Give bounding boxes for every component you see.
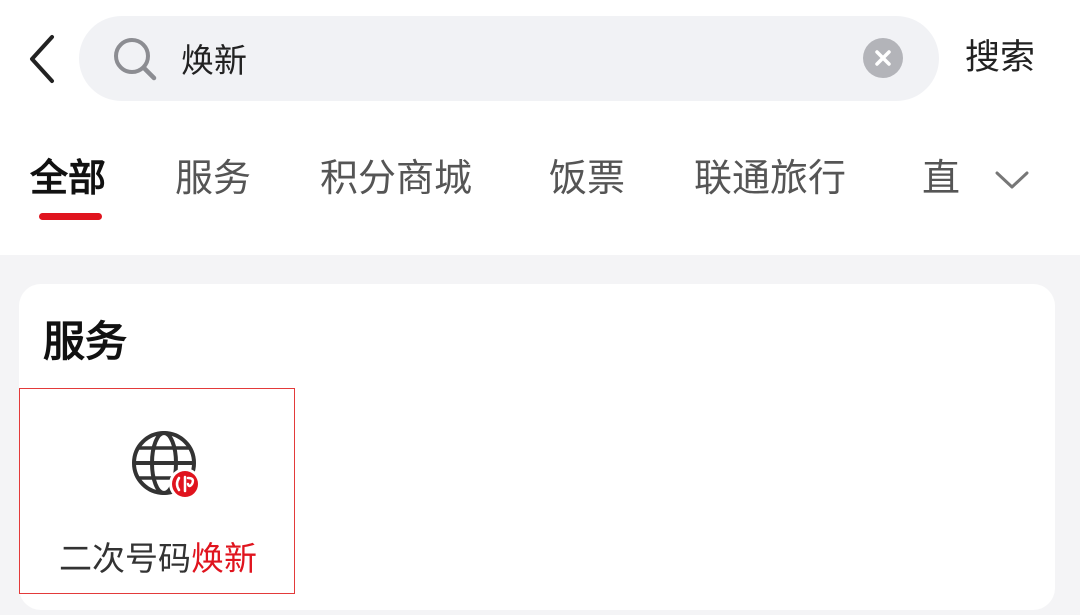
close-icon	[875, 50, 891, 66]
service-label-prefix: 二次号码	[59, 539, 191, 578]
tab-partial[interactable]: 直	[922, 152, 960, 204]
tab-unicom-travel[interactable]: 联通旅行	[694, 152, 846, 204]
tab-services[interactable]: 服务	[175, 152, 251, 204]
chevron-down-icon	[995, 171, 1029, 189]
globe-badge-icon	[132, 431, 201, 500]
service-item-number-renewal[interactable]: 二次号码焕新	[19, 388, 295, 594]
clear-search-button[interactable]	[863, 38, 903, 78]
chevron-left-icon	[30, 35, 54, 83]
search-input[interactable]	[181, 30, 841, 86]
active-tab-indicator	[39, 213, 102, 220]
category-tabs: 全部 服务 积分商城 饭票 联通旅行 直	[0, 140, 980, 220]
back-button[interactable]	[14, 28, 70, 90]
search-bar[interactable]	[79, 16, 939, 101]
service-label-highlight: 焕新	[191, 539, 257, 578]
search-submit-button[interactable]: 搜索	[965, 30, 1035, 86]
header-area: 搜索 全部 服务 积分商城 饭票 联通旅行 直	[0, 0, 1080, 255]
section-title: 服务	[43, 317, 128, 366]
search-icon	[114, 38, 157, 81]
tab-meal-vouchers[interactable]: 饭票	[549, 152, 625, 204]
tab-points-mall[interactable]: 积分商城	[320, 152, 472, 204]
service-item-label: 二次号码焕新	[20, 537, 296, 581]
tab-all[interactable]: 全部	[30, 152, 106, 204]
services-card: 服务 二次号码焕新	[19, 284, 1055, 610]
expand-tabs-button[interactable]	[982, 150, 1042, 210]
